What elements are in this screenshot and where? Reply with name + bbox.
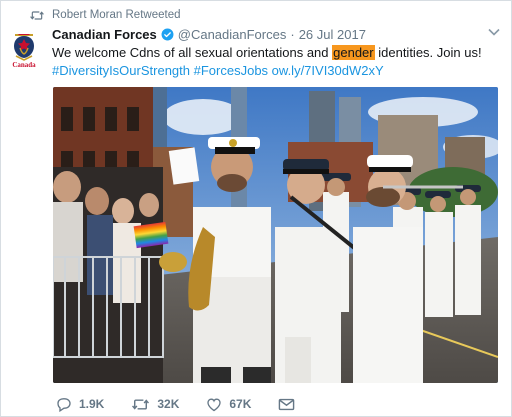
like-count: 67K: [229, 397, 252, 411]
highlighted-word: gender: [332, 45, 375, 60]
tweet-text-part: We welcome Cdns of all sexual orientatio…: [52, 45, 333, 60]
envelope-icon: [279, 398, 295, 410]
retweet-count: 32K: [157, 397, 180, 411]
direct-message-button[interactable]: [278, 398, 295, 411]
avatar[interactable]: Canada: [9, 30, 39, 72]
hashtag-diversity[interactable]: #DiversityIsOurStrength: [52, 63, 190, 78]
tweet-photo[interactable]: [53, 87, 498, 383]
retweet-context-label: Robert Moran Retweeted: [52, 9, 181, 21]
reply-button[interactable]: 1.9K: [56, 397, 104, 412]
action-bar: 1.9K 32K 67K: [56, 395, 322, 413]
heart-icon: [207, 397, 222, 411]
tweet-text-part: identities. Join us!: [374, 45, 482, 60]
retweet-context[interactable]: Robert Moran Retweeted: [30, 7, 180, 23]
short-link[interactable]: ow.ly/7IVI30dW2xY: [272, 63, 384, 78]
handle[interactable]: @CanadianForces: [178, 27, 287, 42]
avatar-wordmark: Canada: [12, 61, 36, 69]
like-button[interactable]: 67K: [206, 397, 251, 412]
retweet-icon: [132, 398, 150, 410]
tweet-text-line1: We welcome Cdns of all sexual orientatio…: [52, 44, 497, 62]
reply-count: 1.9K: [79, 397, 105, 411]
chevron-down-icon[interactable]: [488, 28, 500, 36]
parade-photo: [53, 87, 498, 383]
separator-dot: ·: [290, 27, 295, 42]
tweet-text: We welcome Cdns of all sexual orientatio…: [52, 44, 497, 80]
tweet-header: Canadian Forces @CanadianForces · 26 Jul…: [52, 27, 366, 42]
tweet-text-line2: #DiversityIsOurStrength #ForcesJobs ow.l…: [52, 62, 497, 80]
display-name[interactable]: Canadian Forces: [52, 27, 157, 42]
tweet-date[interactable]: 26 Jul 2017: [299, 27, 366, 42]
crest-icon: [14, 32, 34, 61]
retweet-button[interactable]: 32K: [131, 397, 179, 411]
verified-badge-icon: [161, 28, 174, 41]
reply-icon: [57, 397, 71, 412]
retweet-context-icon: [30, 10, 44, 20]
hashtag-forcesjobs[interactable]: #ForcesJobs: [194, 63, 268, 78]
